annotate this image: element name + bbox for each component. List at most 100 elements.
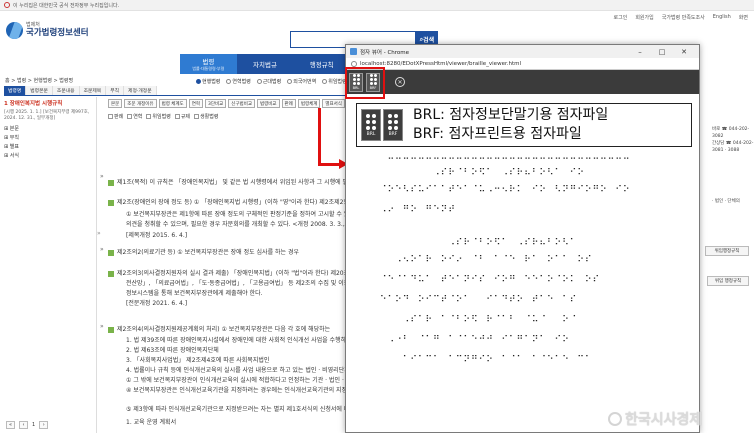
site-logo[interactable]: 법제처 국가법령정보센터 [6,22,89,39]
radio-modern-law[interactable]: 근대법령 [256,78,281,85]
braille-line: ⠈⠑⠈⠁⠙⠥⠁⠀⠞⠑⠁⠝⠊⠎⠀⠊⠕⠛⠀⠑⠑⠁⠕⠈⠕⠅⠀⠕⠎ [380,275,601,285]
english-link[interactable]: English [713,14,731,21]
article-2-3-line-3: 정보시스템을 통해 보건복지부장관에게 제출해야 한다. [126,290,263,297]
sidebar-law-date: [시행 2025. 1. 1.] [보건복지부령 제997호, 2024. 12… [4,110,90,121]
sidebar-law-title[interactable]: 1 장애인복지법 시행규칙 [0,97,96,109]
article-2-4-item-5: ① 그 밖에 보건복지부장관이 인식개선교육의 실시에 적합하다고 인정하는 기… [126,377,374,384]
tree-node-tables[interactable]: ⊞ 별표 [0,142,96,151]
delegated-rule-button[interactable]: 위임행정규칙 [705,246,749,256]
article-icon [108,270,114,277]
close-icon[interactable]: ✕ [673,48,695,56]
survey-link[interactable]: 국가법령 만족도조사 [662,14,705,21]
tree-node-forms[interactable]: ⊞ 서식 [0,151,96,160]
toolbar-precedent[interactable]: 판례 [281,99,296,108]
main-nav: 법령 법률·대통령령·부령 자치법규 행정규칙 [180,54,350,74]
nav-law[interactable]: 법령 법률·대통령령·부령 [180,54,237,74]
publisher-watermark: 한국시사경제 [608,409,702,429]
brl-icon: BRL [361,109,381,141]
expand-icon[interactable]: » [100,323,104,330]
toolbar-law-structure[interactable]: 법령체계 [297,99,321,108]
maximize-icon[interactable]: □ [651,48,673,56]
option-precedent[interactable]: 판례 [108,113,123,120]
toolbar-3way[interactable]: 3단비교 [204,99,227,108]
annotation-arrow [318,108,321,166]
article-2-para-1: ① 보건복지부장관은 제1항에 따른 장애 정도의 구체적인 판정기준을 정하여… [126,211,357,218]
article-2-3: 제2조의3(의사결정지원자의 실시 결과 제출) 「장애인복지법」(이하 "법"… [108,269,349,278]
close-circle-icon[interactable]: ✕ [395,77,405,87]
nav-admin-rule[interactable]: 행정규칙 [293,54,350,74]
article-icon [108,199,114,206]
expand-icon[interactable]: » [100,246,104,253]
braille-toolbar: BRL BRF ✕ [346,70,699,94]
article-icon [108,179,114,186]
braille-line: ⠀⠠⠐⠃⠀⠈⠁⠛⠀⠁⠈⠁⠑⠚⠚⠀⠊⠁⠛⠁⠝⠁⠀⠊⠕ [380,335,570,345]
search-subtabs: 법령명 법령본문 조문내용 조문제목 부칙 제정·개정문 [4,86,348,96]
option-delegated[interactable]: 위임법령 [146,113,171,120]
logo-icon [6,22,23,39]
nav-local-law[interactable]: 자치법규 [237,54,294,74]
info-icon [351,60,357,67]
option-history[interactable]: 연혁 [127,113,142,120]
article-2-note: [제목개정 2015. 6. 4.] [126,232,188,239]
radio-translation[interactable]: 외국어번역 [287,78,316,85]
toolbar-table-forms[interactable]: 별표서식 [322,99,345,108]
article-2-4-item-4: 4. 법률이나 규칙 등에 인식개선교육의 실시를 사업 내용으로 하고 있는 … [126,367,350,374]
article-2-4-doc-1: 1. 교육 운영 계획서 [126,419,177,426]
braille-line: ⠀⠒⠒⠒⠒⠒⠒⠒⠒⠒⠒⠒⠒⠒⠒⠒⠒⠒⠒⠒⠒⠒⠒⠒⠒⠒⠒⠒⠒⠒⠒⠒⠒ [380,155,631,165]
screen-link[interactable]: 화면 [739,14,748,21]
braille-line: ⠠⠔⠀⠛⠕⠀⠛⠑⠝⠞ [380,205,456,215]
delegated-rule-button-2[interactable]: 위임 행정규칙 [707,276,749,286]
article-icon [108,249,114,256]
annotation-arrow [318,163,340,166]
tab-law-name[interactable]: 법령명 [4,86,27,95]
utility-links: 로그인 회원가입 국가법령 만족도조사 English 화면 [614,14,748,21]
first-page-button[interactable]: « [6,421,15,429]
option-regulation[interactable]: 규제 [174,113,190,120]
logo-big-text: 국가법령정보센터 [26,27,89,38]
radio-history-law[interactable]: 연혁법령 [226,78,251,85]
annotation-highlight-box [345,67,385,99]
toolbar-compare-new-old[interactable]: 신구법비교 [228,99,255,108]
braille-line: ⠀⠀⠠⠢⠕⠁⠗⠀⠕⠊⠔⠀⠈⠃⠀⠁⠈⠑⠀⠗⠁⠀⠕⠁⠁⠀⠕⠎ [380,255,593,265]
popup-address-bar[interactable]: localhost:8280/EDotXPressHtml/viewer/bra… [346,58,699,70]
toolbar-reason[interactable]: 조문 개정이유 [124,99,157,108]
radio-delegated-law[interactable]: 위임법령 [322,78,347,85]
gov-banner: 이 누리집은 대한민국 공식 전자정부 누리집입니다. [0,0,754,11]
popup-url: localhost:8280/EDotXPressHtml/viewer/bra… [360,60,521,67]
watermark-logo-icon [608,412,622,426]
tab-law-body[interactable]: 법령본문 [26,86,53,95]
toolbar-system[interactable]: 법령 체계도 [158,99,187,108]
radio-current-law[interactable]: 현행법령 [196,78,220,85]
display-options: 판례 연혁 위임법령 규제 생활법령 [108,113,218,120]
article-2-para-2: 의견을 청취할 수 있으며, 필요한 경우 자문회의를 개최할 수 있다. <개… [126,221,364,228]
popup-titlebar: 점자 뷰어 - Chrome – □ ✕ [346,45,699,58]
minimize-icon[interactable]: – [629,48,651,56]
sidebar-toggle-icon[interactable]: » [97,230,102,237]
callout-line-2: BRF: 점자프린트용 점자파일 [413,126,582,142]
tree-node-addendum[interactable]: ⊞ 부칙 [0,133,96,142]
expand-icon[interactable]: » [100,173,104,180]
signup-link[interactable]: 회원가입 [635,14,653,21]
tab-addendum[interactable]: 부칙 [106,86,125,95]
login-link[interactable]: 로그인 [614,14,628,21]
braille-line: ⠀⠀⠀⠀⠀⠀⠀⠠⠎⠗⠈⠃⠕⠫⠁⠀⠠⠎⠗⠦⠃⠕⠣⠁⠀⠊⠕ [380,168,585,178]
option-life-law[interactable]: 생활법령 [194,113,218,120]
toolbar-body[interactable]: 본문 [108,99,123,108]
prev-page-button[interactable]: ‹ [19,421,28,429]
toolbar-history[interactable]: 연혁 [188,99,203,108]
right-text: · 법인 · 단체의 [712,199,740,204]
article-2-2: 제2조의2(의료기관 등) ① 보건복지부장관은 장애 정도 심사를 하는 경우 [108,248,299,257]
next-page-button[interactable]: › [39,421,49,429]
tab-article-content[interactable]: 조문내용 [52,86,80,95]
article-2-3-line-2: 전산망」, 「의료급여법」, 「도·동종급여법」, 「고용급여법」 등 제2조의… [126,280,350,287]
callout-line-1: BRL: 점자정보단말기용 점자파일 [413,107,609,123]
toolbar-compare[interactable]: 법령비교 [256,99,280,108]
tab-article-title[interactable]: 조문제목 [79,86,107,95]
gov-banner-text: 이 누리집은 대한민국 공식 전자정부 누리집입니다. [13,2,120,9]
tab-amendment[interactable]: 제정·개정문 [124,86,157,95]
braille-line: ⠀⠀⠀⠠⠎⠁⠗⠀⠁⠈⠃⠕⠫⠀⠗⠈⠁⠃⠀⠈⠥⠈⠀⠀⠕⠈ [380,315,578,325]
flag-icon [4,2,10,8]
article-2-4-item-2: 2. 법 제63조에 따른 장애인복지단체 [126,347,219,354]
brf-icon: BRF [383,109,403,141]
tree-node-body[interactable]: ⊞ 본문 [0,124,96,133]
